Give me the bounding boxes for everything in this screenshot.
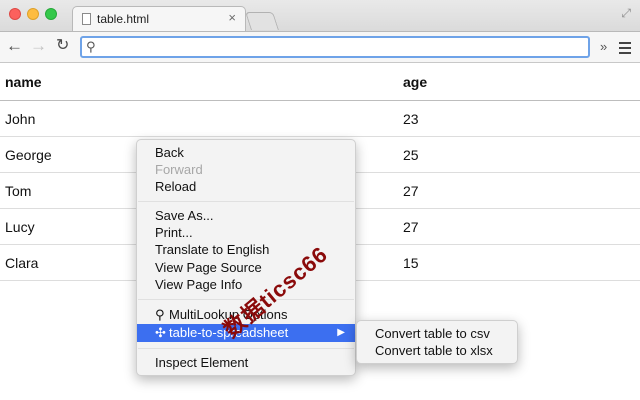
submenu-arrow-icon: ▶ bbox=[337, 327, 345, 338]
tab-table-html[interactable]: table.html × bbox=[72, 6, 246, 32]
column-header-name: name bbox=[0, 64, 398, 101]
address-bar[interactable]: ⚲ bbox=[80, 36, 590, 58]
menu-item-back[interactable]: Back bbox=[137, 144, 355, 162]
document-icon bbox=[82, 13, 91, 25]
cell-age: 15 bbox=[398, 244, 640, 281]
cell-age: 25 bbox=[398, 136, 640, 173]
menu-item-reload[interactable]: Reload bbox=[137, 178, 355, 196]
menu-item-inspect-element[interactable]: Inspect Element bbox=[137, 354, 355, 372]
menu-separator bbox=[138, 348, 354, 349]
browser-toolbar: ← → ↻ ⚲ » bbox=[0, 31, 640, 63]
cell-name: John bbox=[0, 100, 398, 137]
cell-age: 27 bbox=[398, 172, 640, 209]
search-icon: ⚲ bbox=[86, 39, 96, 54]
reload-button[interactable]: ↻ bbox=[56, 36, 69, 56]
puzzle-extension-icon: ✣ bbox=[155, 325, 166, 340]
fullscreen-icon[interactable]: ⤢ bbox=[621, 6, 631, 21]
magnifier-icon: ⚲ bbox=[155, 307, 165, 322]
menu-item-forward[interactable]: Forward bbox=[137, 161, 355, 179]
back-button[interactable]: ← bbox=[6, 36, 23, 56]
tab-title: table.html bbox=[97, 12, 150, 26]
menu-separator bbox=[138, 201, 354, 202]
maximize-window-button[interactable] bbox=[45, 8, 57, 20]
menu-item-convert-xlsx[interactable]: Convert table to xlsx bbox=[375, 342, 493, 360]
menu-item-view-info[interactable]: View Page Info bbox=[137, 276, 355, 294]
new-tab-button[interactable] bbox=[245, 12, 279, 30]
table-to-spreadsheet-submenu: Convert table to csv Convert table to xl… bbox=[356, 320, 518, 364]
table-row: John 23 bbox=[0, 100, 640, 137]
tab-close-icon[interactable]: × bbox=[228, 10, 236, 25]
menu-item-save-as[interactable]: Save As... bbox=[137, 207, 355, 225]
extensions-overflow-button[interactable]: » bbox=[600, 39, 607, 54]
title-bar: table.html × ⤢ bbox=[0, 0, 640, 32]
table-header-row: name age bbox=[0, 64, 640, 101]
column-header-age: age bbox=[398, 64, 640, 101]
cell-age: 27 bbox=[398, 208, 640, 245]
hamburger-menu-icon[interactable] bbox=[619, 42, 631, 57]
menu-item-convert-csv[interactable]: Convert table to csv bbox=[375, 325, 490, 343]
close-window-button[interactable] bbox=[9, 8, 21, 20]
forward-button[interactable]: → bbox=[30, 36, 47, 56]
cell-age: 23 bbox=[398, 100, 640, 137]
menu-item-print[interactable]: Print... bbox=[137, 224, 355, 242]
minimize-window-button[interactable] bbox=[27, 8, 39, 20]
